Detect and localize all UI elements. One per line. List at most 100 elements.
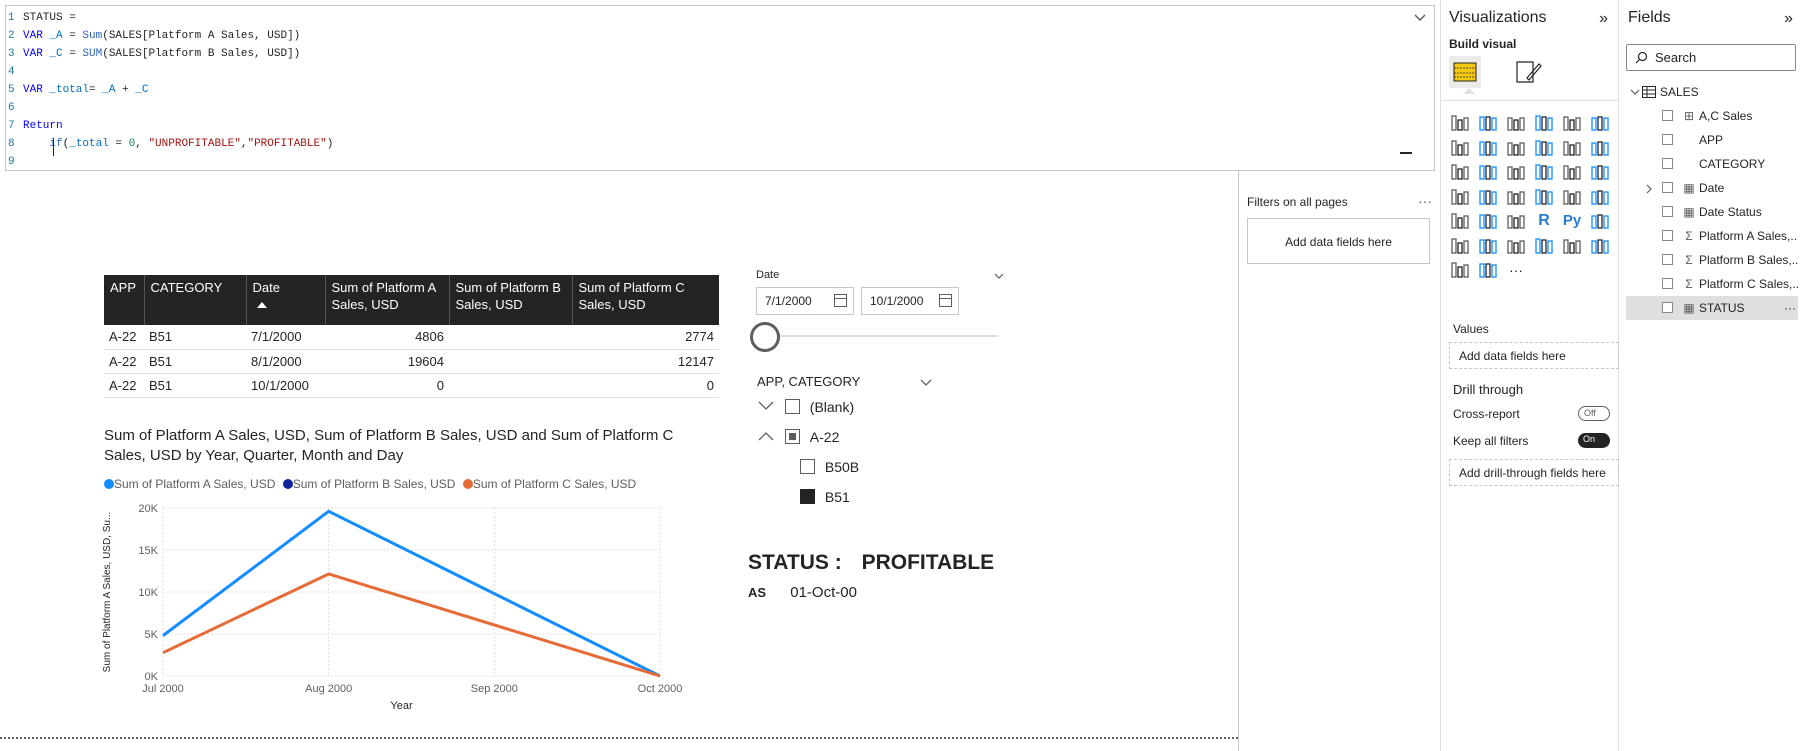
more-visuals-icon[interactable]: ··· — [1505, 259, 1527, 281]
col-header-platform-a[interactable]: Sum of Platform A Sales, USD — [325, 275, 450, 325]
narrative-icon[interactable] — [1477, 259, 1499, 281]
expand-chevron-icon[interactable] — [757, 400, 775, 412]
collapse-editor-chevron-icon[interactable] — [1414, 12, 1426, 26]
field-checkbox[interactable] — [1662, 230, 1673, 241]
field-item[interactable]: ▦ Date — [1626, 176, 1798, 200]
checkbox[interactable] — [784, 399, 800, 414]
key-influencers-icon[interactable] — [1589, 210, 1611, 232]
checkbox-checked[interactable] — [800, 489, 815, 504]
code-line[interactable]: 1 STATUS = — [6, 9, 1404, 27]
app-category-slicer[interactable]: APP, CATEGORY (Blank) A-22 B50B B51 — [757, 372, 957, 522]
collapse-fields-icon[interactable]: » — [1784, 10, 1793, 28]
r-visual-icon[interactable]: R — [1533, 210, 1555, 232]
col-header-platform-c[interactable]: Sum of Platform C Sales, USD — [572, 275, 719, 325]
clustered-column-icon[interactable] — [1533, 112, 1555, 134]
100pct-column-icon[interactable] — [1589, 112, 1611, 134]
field-item[interactable]: Σ Platform B Sales,... — [1626, 248, 1798, 272]
field-checkbox[interactable] — [1662, 302, 1673, 313]
field-item[interactable]: ▦ Date Status — [1626, 200, 1798, 224]
date-slider-track[interactable] — [764, 335, 998, 337]
table-row[interactable]: A-22 B51 8/1/2000 19604 12147 — [104, 349, 719, 374]
table-row[interactable]: A-22 B51 10/1/2000 0 0 — [104, 373, 719, 398]
drill-through-well[interactable]: Add drill-through fields here — [1449, 459, 1619, 486]
qa-icon[interactable] — [1477, 235, 1499, 257]
filters-more-options-icon[interactable]: ··· — [1418, 193, 1432, 209]
fields-search-input[interactable]: Search — [1626, 44, 1796, 71]
format-visual-tab-icon[interactable] — [1513, 58, 1543, 89]
funnel-icon[interactable] — [1477, 161, 1499, 183]
values-well[interactable]: Add data fields here — [1449, 342, 1619, 369]
azure-map-icon[interactable] — [1449, 259, 1471, 281]
multirow-card-icon[interactable] — [1561, 186, 1583, 208]
col-header-date[interactable]: Date — [246, 275, 326, 325]
slicer-chevron-icon[interactable] — [920, 376, 932, 390]
field-checkbox[interactable] — [1662, 254, 1673, 265]
legend-item[interactable]: Sum of Platform C Sales, USD — [462, 477, 636, 491]
field-checkbox[interactable] — [1662, 134, 1673, 145]
date-slider-handle[interactable] — [750, 322, 780, 352]
slicer-item-b51[interactable]: B51 — [800, 486, 850, 508]
kpi-icon[interactable] — [1589, 186, 1611, 208]
col-header-app[interactable]: APP — [104, 275, 145, 325]
table-visual[interactable]: APP CATEGORY Date Sum of Platform A Sale… — [104, 275, 719, 398]
card-icon[interactable] — [1533, 186, 1555, 208]
clustered-bar-icon[interactable] — [1505, 112, 1527, 134]
field-checkbox[interactable] — [1662, 182, 1673, 193]
line-chart-icon[interactable] — [1449, 137, 1471, 159]
decomposition-tree-icon[interactable] — [1449, 235, 1471, 257]
code-line[interactable]: 3 VAR _C = SUM(SALES[Platform B Sales, US… — [6, 45, 1404, 63]
field-checkbox[interactable] — [1662, 158, 1673, 169]
stacked-area-icon[interactable] — [1505, 137, 1527, 159]
code-line[interactable]: 8 if(_total = 0, "UNPROFITABLE","PROFITA… — [6, 135, 1404, 153]
gauge-icon[interactable] — [1505, 186, 1527, 208]
code-line[interactable]: 4 — [6, 63, 1404, 81]
collapse-visualizations-icon[interactable]: » — [1599, 10, 1608, 28]
slicer-icon[interactable] — [1449, 210, 1471, 232]
100pct-bar-icon[interactable] — [1561, 112, 1583, 134]
line-column-icon[interactable] — [1533, 137, 1555, 159]
field-checkbox[interactable] — [1662, 278, 1673, 289]
checkbox[interactable] — [800, 459, 815, 474]
collapse-chevron-icon[interactable] — [757, 430, 775, 442]
dax-formula-editor[interactable]: 1 STATUS = 2 VAR _A = Sum(SALES[Platform A … — [5, 5, 1435, 171]
python-visual-icon[interactable]: Py — [1561, 210, 1583, 232]
cross-report-toggle[interactable]: Off — [1578, 406, 1610, 421]
slicer-item-b50b[interactable]: B50B — [800, 456, 859, 478]
power-automate-icon[interactable] — [1589, 235, 1611, 257]
donut-chart-icon[interactable] — [1561, 161, 1583, 183]
stacked-column-icon[interactable] — [1477, 112, 1499, 134]
paginated-report-icon[interactable] — [1533, 235, 1555, 257]
col-header-category[interactable]: CATEGORY — [144, 275, 247, 325]
date-from-input[interactable]: 7/1/2000 — [756, 287, 854, 315]
keep-all-filters-toggle[interactable]: On — [1578, 433, 1610, 448]
map-icon[interactable] — [1449, 186, 1471, 208]
field-item[interactable]: ▦ STATUS ··· — [1626, 296, 1798, 320]
slicer-item-a22[interactable]: A-22 — [757, 426, 839, 448]
calendar-icon[interactable] — [834, 294, 847, 307]
code-line[interactable]: 5 VAR _total= _A + _C — [6, 81, 1404, 99]
col-header-platform-b[interactable]: Sum of Platform B Sales, USD — [449, 275, 573, 325]
line-clustered-icon[interactable] — [1561, 137, 1583, 159]
code-line[interactable]: 9 — [6, 153, 1404, 171]
code-area[interactable]: 1 STATUS = 2 VAR _A = Sum(SALES[Platform A … — [6, 9, 1404, 170]
scatter-icon[interactable] — [1505, 161, 1527, 183]
power-apps-icon[interactable] — [1561, 235, 1583, 257]
date-slicer-chevron-icon[interactable] — [994, 269, 1004, 283]
date-to-input[interactable]: 10/1/2000 — [861, 287, 959, 315]
expanded-chevron-icon[interactable] — [1630, 89, 1640, 96]
code-line[interactable]: 6 — [6, 99, 1404, 117]
calendar-icon[interactable] — [939, 294, 952, 307]
filled-map-icon[interactable] — [1477, 186, 1499, 208]
area-chart-icon[interactable] — [1477, 137, 1499, 159]
field-item[interactable]: ⊞ A,C Sales — [1626, 104, 1798, 128]
smart-narrative-icon[interactable] — [1505, 235, 1527, 257]
treemap-icon[interactable] — [1589, 161, 1611, 183]
table-row[interactable]: A-22 B51 7/1/2000 4806 2774 — [104, 325, 719, 350]
table-node-sales[interactable]: SALES — [1626, 80, 1798, 104]
line-chart[interactable]: 0K 5K 10K 15K 20K Jul 2000 Aug 2000 Sep 2000 Oct… — [95, 495, 715, 715]
field-item[interactable]: APP — [1626, 128, 1798, 152]
table-icon[interactable] — [1477, 210, 1499, 232]
expand-chevron-icon[interactable] — [1646, 184, 1653, 194]
code-line[interactable]: 7 Return — [6, 117, 1404, 135]
field-item[interactable]: Σ Platform C Sales,... — [1626, 272, 1798, 296]
